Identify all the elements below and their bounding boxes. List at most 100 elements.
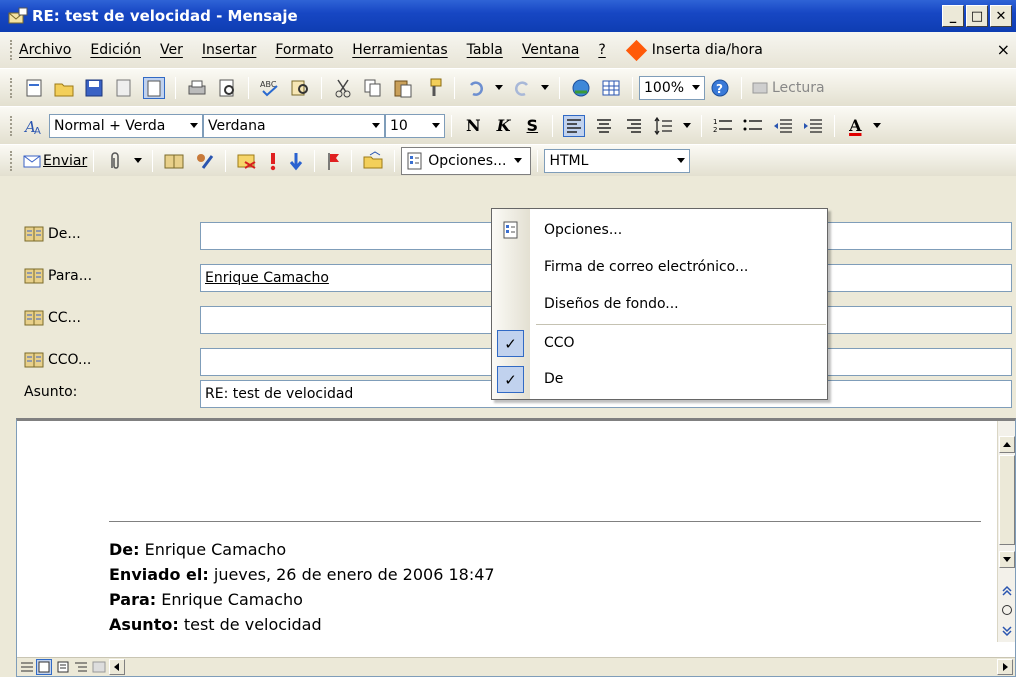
web-layout-view-icon[interactable]: [36, 659, 52, 675]
outline-view-icon[interactable]: [74, 661, 88, 673]
print-preview-icon[interactable]: [216, 77, 238, 99]
high-importance-icon[interactable]: [266, 150, 280, 172]
scroll-thumb[interactable]: [999, 455, 1015, 545]
menu-insertar[interactable]: Insertar: [202, 42, 257, 58]
message-window-icon: [8, 7, 28, 25]
toolbar-grip[interactable]: [10, 77, 13, 98]
decrease-indent-icon[interactable]: [772, 115, 794, 137]
address-book-icon[interactable]: [163, 150, 185, 172]
send-button[interactable]: Enviar: [43, 153, 87, 169]
browse-object-icon[interactable]: [1002, 605, 1012, 615]
redo-icon[interactable]: [511, 77, 533, 99]
toolbar-grip[interactable]: [10, 40, 13, 60]
save-icon[interactable]: [83, 77, 105, 99]
maximize-button[interactable]: □: [966, 5, 988, 27]
help-icon[interactable]: ?: [709, 77, 731, 99]
options-envelope-icon[interactable]: [236, 150, 258, 172]
toolbar-grip[interactable]: [10, 115, 13, 136]
scroll-up-button[interactable]: [999, 436, 1015, 453]
minimize-button[interactable]: _: [942, 5, 964, 27]
menu-edicion[interactable]: Edición: [90, 42, 141, 58]
options-dropdown-button[interactable]: Opciones...: [401, 146, 532, 175]
strikethrough-button[interactable]: S: [527, 116, 539, 135]
menu-archivo[interactable]: Archivo: [19, 42, 71, 58]
menu-close-icon[interactable]: ×: [997, 40, 1010, 59]
line-spacing-icon[interactable]: [653, 115, 675, 137]
font-color-dropdown-icon[interactable]: [873, 123, 882, 128]
permission-icon[interactable]: [113, 77, 135, 99]
browse-next-icon[interactable]: [1001, 625, 1013, 637]
copy-icon[interactable]: [362, 77, 384, 99]
font-select[interactable]: Verdana: [203, 113, 385, 138]
low-importance-icon[interactable]: [288, 150, 304, 172]
print-icon[interactable]: [186, 77, 208, 99]
cc-button[interactable]: CC...: [24, 310, 81, 326]
research-icon[interactable]: [289, 77, 311, 99]
attach-file-icon[interactable]: [104, 150, 126, 172]
scroll-down-button[interactable]: [999, 551, 1015, 568]
address-book-icon[interactable]: [143, 76, 165, 99]
zoom-select[interactable]: 100%: [639, 75, 705, 100]
numbering-icon[interactable]: 12: [712, 115, 734, 137]
menu-item-cco[interactable]: ✓ CCO: [492, 325, 827, 362]
menu-tabla[interactable]: Tabla: [467, 42, 503, 58]
horizontal-scrollbar[interactable]: [17, 657, 1015, 676]
normal-view-icon[interactable]: [20, 661, 34, 673]
cut-icon[interactable]: [332, 77, 354, 99]
menu-item-disenos[interactable]: Diseños de fondo...: [492, 286, 827, 323]
undo-icon[interactable]: [465, 77, 487, 99]
close-button[interactable]: ✕: [990, 5, 1012, 27]
redo-dropdown-icon[interactable]: [541, 85, 549, 90]
line-spacing-dropdown-icon[interactable]: [683, 123, 692, 128]
to-button[interactable]: Para...: [24, 268, 92, 284]
menu-item-opciones[interactable]: Opciones...: [492, 212, 827, 249]
browse-prev-icon[interactable]: [1001, 585, 1013, 597]
increase-indent-icon[interactable]: [802, 115, 824, 137]
bcc-button[interactable]: CCO...: [24, 352, 91, 368]
bold-button[interactable]: N: [466, 116, 481, 135]
menu-item-de[interactable]: ✓ De: [492, 361, 827, 398]
align-left-icon[interactable]: [563, 114, 586, 137]
menu-help[interactable]: ?: [598, 42, 605, 58]
menu-herramientas[interactable]: Herramientas: [352, 42, 447, 58]
menu-formato[interactable]: Formato: [275, 42, 333, 58]
email-toolbar: Enviar Opciones... HTML: [0, 144, 1016, 176]
font-size-select[interactable]: 10: [385, 113, 445, 138]
from-button[interactable]: De...: [24, 226, 81, 242]
message-body[interactable]: De: Enrique Camacho Enviado el: jueves, …: [16, 418, 1016, 677]
menu-ver[interactable]: Ver: [160, 42, 183, 58]
message-format-select[interactable]: HTML: [544, 148, 691, 173]
styles-icon[interactable]: AA: [23, 115, 45, 137]
hyperlink-icon[interactable]: [570, 77, 592, 99]
follow-up-flag-icon[interactable]: [325, 150, 341, 172]
paste-icon[interactable]: [392, 77, 414, 99]
italic-button[interactable]: K: [497, 116, 511, 135]
reading-view-icon[interactable]: [92, 661, 106, 673]
macro-insert-date-button[interactable]: Inserta dia/hora: [652, 42, 763, 58]
new-icon[interactable]: [23, 77, 45, 99]
style-select[interactable]: Normal + Verda: [49, 113, 203, 138]
insert-table-icon[interactable]: [600, 77, 622, 99]
spelling-icon[interactable]: ABC: [259, 77, 281, 99]
toolbar-grip[interactable]: [10, 150, 13, 171]
bullets-icon[interactable]: [742, 115, 764, 137]
scroll-right-button[interactable]: [997, 659, 1013, 675]
attach-dropdown-icon[interactable]: [134, 158, 143, 163]
separator: [394, 149, 396, 172]
options-folder-icon[interactable]: [362, 150, 384, 172]
open-folder-icon[interactable]: [53, 77, 75, 99]
check-names-icon[interactable]: [193, 150, 215, 172]
vertical-scrollbar[interactable]: [997, 421, 1015, 642]
format-painter-icon[interactable]: [422, 77, 444, 99]
menu-item-firma[interactable]: Firma de correo electrónico...: [492, 249, 827, 286]
print-layout-view-icon[interactable]: [56, 661, 70, 673]
font-color-button[interactable]: A: [849, 116, 861, 135]
align-right-icon[interactable]: [623, 115, 645, 137]
reading-layout-button[interactable]: Lectura: [772, 80, 825, 96]
align-center-icon[interactable]: [593, 115, 615, 137]
to-recipient[interactable]: Enrique Camacho: [205, 270, 329, 286]
scroll-left-button[interactable]: [109, 659, 125, 675]
menu-ventana[interactable]: Ventana: [522, 42, 580, 58]
undo-dropdown-icon[interactable]: [495, 85, 503, 90]
window-titlebar[interactable]: RE: test de velocidad - Mensaje _ □ ✕: [0, 0, 1016, 32]
